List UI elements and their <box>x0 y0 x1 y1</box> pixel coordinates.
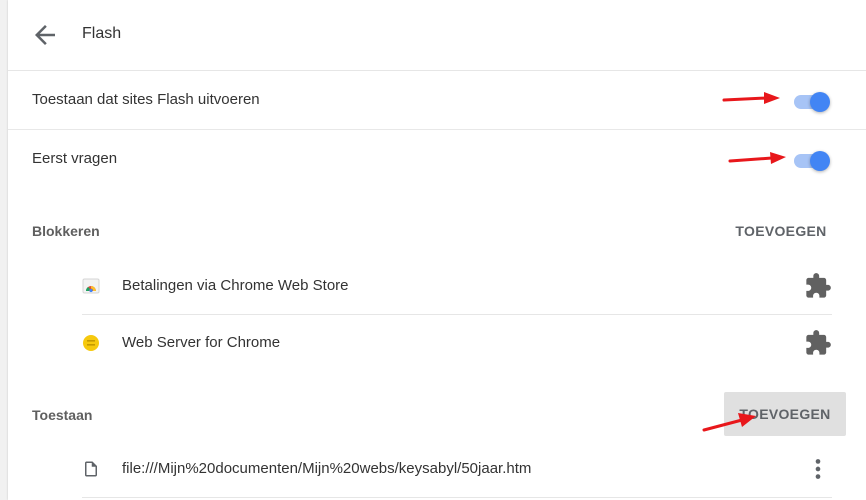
page-header: Flash <box>8 0 866 71</box>
toggle-knob <box>810 151 830 171</box>
ask-first-label: Eerst vragen <box>32 150 118 167</box>
annotation-arrow-icon <box>722 92 780 104</box>
back-button[interactable] <box>30 20 60 50</box>
file-icon <box>82 460 100 478</box>
list-item: file:///Mijn%20documenten/Mijn%20webs/ke… <box>82 441 832 498</box>
annotation-arrow-icon <box>702 413 756 432</box>
list-item: Betalingen via Chrome Web Store <box>82 258 832 315</box>
more-vert-icon[interactable] <box>804 455 832 483</box>
list-item-label: Betalingen via Chrome Web Store <box>122 277 349 294</box>
chrome-webstore-icon <box>82 277 100 295</box>
list-item-label: file:///Mijn%20documenten/Mijn%20webs/ke… <box>122 460 532 477</box>
puzzle-extension-icon[interactable] <box>804 272 832 300</box>
ask-first-toggle[interactable] <box>792 148 832 172</box>
block-section-title: Blokkeren <box>32 223 100 239</box>
allow-section-title: Toestaan <box>32 407 93 423</box>
puzzle-extension-icon[interactable] <box>804 329 832 357</box>
block-add-button[interactable]: TOEVOEGEN <box>728 223 834 239</box>
list-item-label: Web Server for Chrome <box>122 334 281 351</box>
annotation-arrow-icon <box>728 152 786 164</box>
page-title: Flash <box>82 25 122 42</box>
toggle-knob <box>810 92 830 112</box>
list-item: Web Server for Chrome <box>82 315 832 371</box>
web-server-icon <box>82 334 100 352</box>
allow-flash-toggle[interactable] <box>792 89 832 113</box>
allow-flash-label: Toestaan dat sites Flash uitvoeren <box>32 91 260 108</box>
arrow-back-icon <box>35 25 55 45</box>
